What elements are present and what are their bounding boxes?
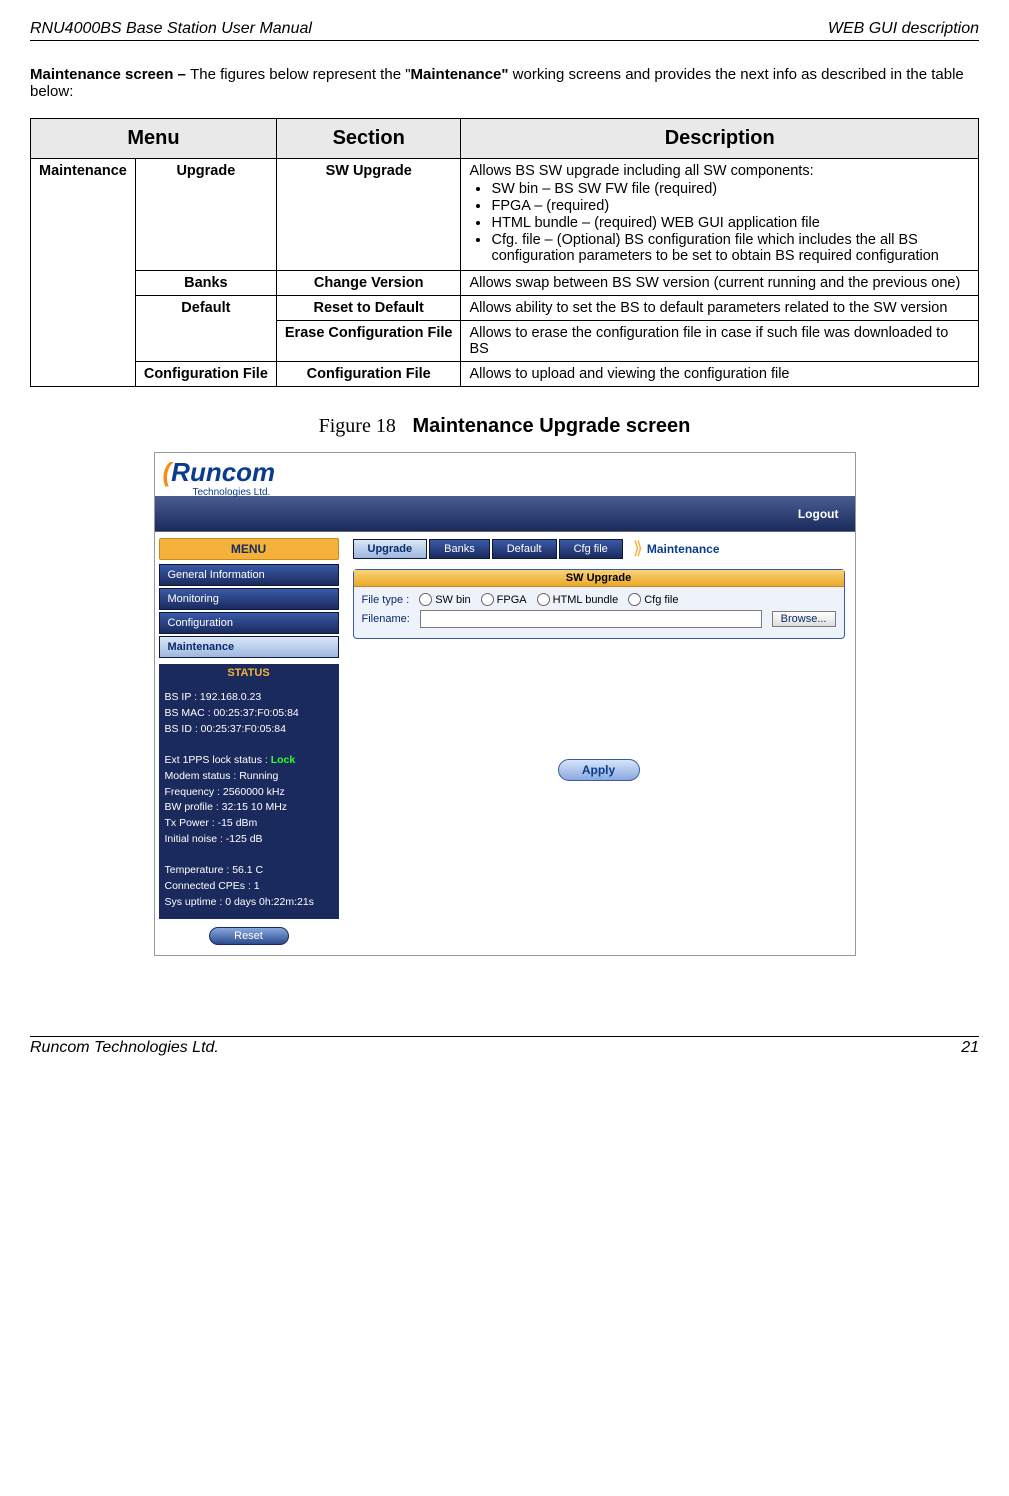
status-bs-mac: BS MAC : 00:25:37:F0:05:84 [165,706,333,722]
tab-banks[interactable]: Banks [429,539,490,559]
tab-arrow-icon: ⟫ [633,538,643,559]
bullet-2: FPGA – (required) [491,198,970,214]
main-area: Upgrade Banks Default Cfg file ⟫ Mainten… [343,532,855,955]
sub-cfg-file: Configuration File [135,362,276,387]
sec-change-version: Change Version [276,271,461,296]
logout-link[interactable]: Logout [798,507,839,521]
intro-paragraph: Maintenance screen – The figures below r… [30,66,979,100]
bullet-1: SW bin – BS SW FW file (required) [491,181,970,197]
intro-bold-1: Maintenance screen – [30,66,190,83]
status-title: STATUS [159,664,339,682]
panel-title: SW Upgrade [354,570,844,587]
filename-input[interactable] [420,610,762,628]
status-bs-ip: BS IP : 192.168.0.23 [165,690,333,706]
th-menu: Menu [31,119,277,159]
figure-number: Figure 18 [319,415,396,437]
sec-erase-cfg: Erase Configuration File [276,321,461,362]
radio-icon [537,593,550,606]
footer-left: Runcom Technologies Ltd. [30,1039,219,1057]
logo: (Runcom [163,457,276,488]
filename-label: Filename: [362,613,410,625]
sidebar-item-monitoring[interactable]: Monitoring [159,588,339,610]
status-box: BS IP : 192.168.0.23 BS MAC : 00:25:37:F… [159,682,339,919]
tabs-row: Upgrade Banks Default Cfg file ⟫ Mainten… [353,538,845,559]
status-lock-value: Lock [271,754,296,766]
radio-html-bundle[interactable]: HTML bundle [537,593,619,606]
status-lock: Ext 1PPS lock status : Lock [165,753,333,769]
radio-icon [481,593,494,606]
doc-title-left: RNU4000BS Base Station User Manual [30,20,312,38]
desc-lead: Allows BS SW upgrade including all SW co… [469,163,813,179]
status-freq: Frequency : 2560000 kHz [165,785,333,801]
intro-text-1: The figures below represent the " [190,66,410,83]
desc-change-version: Allows swap between BS SW version (curre… [461,271,979,296]
th-description: Description [461,119,979,159]
sec-reset-default: Reset to Default [276,296,461,321]
radio-cfg-file[interactable]: Cfg file [628,593,678,606]
radio-label-swbin: SW bin [435,594,470,606]
bullet-4: Cfg. file – (Optional) BS configuration … [491,232,970,264]
sidebar-menu-title: MENU [159,538,339,560]
status-modem: Modem status : Running [165,769,333,785]
sidebar-item-maintenance[interactable]: Maintenance [159,636,339,658]
bullet-3: HTML bundle – (required) WEB GUI applica… [491,215,970,231]
th-section: Section [276,119,461,159]
logo-prefix: R [171,457,190,487]
footer-right: 21 [961,1039,979,1057]
tab-section-label: Maintenance [647,542,720,556]
status-noise: Initial noise : -125 dB [165,832,333,848]
status-bw: BW profile : 32:15 10 MHz [165,800,333,816]
radio-label-fpga: FPGA [497,594,527,606]
status-temp: Temperature : 56.1 C [165,863,333,879]
desc-cfg-file: Allows to upload and viewing the configu… [461,362,979,387]
sidebar: MENU General Information Monitoring Conf… [155,532,343,955]
radio-fpga[interactable]: FPGA [481,593,527,606]
intro-bold-2: Maintenance" [411,66,509,83]
menu-label-cell: Maintenance [31,159,136,387]
sec-cfg-file: Configuration File [276,362,461,387]
status-lock-label: Ext 1PPS lock status : [165,754,271,766]
tab-cfg-file[interactable]: Cfg file [559,539,623,559]
radio-icon [628,593,641,606]
browse-button[interactable]: Browse... [772,611,836,627]
logo-subtitle: Technologies Ltd. [193,487,271,498]
logo-swoosh-icon: ( [163,457,172,487]
sub-banks: Banks [135,271,276,296]
apply-button[interactable]: Apply [558,759,640,781]
reset-button[interactable]: Reset [209,927,289,945]
status-bs-id: BS ID : 00:25:37:F0:05:84 [165,722,333,738]
sw-upgrade-panel: SW Upgrade File type : SW bin FPGA HTML … [353,569,845,639]
tab-default[interactable]: Default [492,539,557,559]
status-cpes: Connected CPEs : 1 [165,879,333,895]
sub-upgrade: Upgrade [135,159,276,271]
sidebar-item-general[interactable]: General Information [159,564,339,586]
maintenance-table: Menu Section Description Maintenance Upg… [30,118,979,387]
tab-upgrade[interactable]: Upgrade [353,539,428,559]
status-uptime: Sys uptime : 0 days 0h:22m:21s [165,895,333,911]
radio-label-html: HTML bundle [553,594,619,606]
sec-sw-upgrade: SW Upgrade [276,159,461,271]
sidebar-item-configuration[interactable]: Configuration [159,612,339,634]
desc-sw-upgrade: Allows BS SW upgrade including all SW co… [461,159,979,271]
logo-rest: uncom [190,457,275,487]
app-screenshot: (Runcom Technologies Ltd. Logout MENU Ge… [154,452,856,956]
desc-reset-default: Allows ability to set the BS to default … [461,296,979,321]
filetype-label: File type : [362,594,410,606]
doc-title-right: WEB GUI description [828,20,979,38]
figure-title: Maintenance Upgrade screen [413,415,691,437]
radio-icon [419,593,432,606]
radio-sw-bin[interactable]: SW bin [419,593,470,606]
app-header: (Runcom Technologies Ltd. Logout [155,453,855,532]
desc-erase-cfg: Allows to erase the configuration file i… [461,321,979,362]
radio-label-cfg: Cfg file [644,594,678,606]
sub-default: Default [135,296,276,362]
status-tx: Tx Power : -15 dBm [165,816,333,832]
